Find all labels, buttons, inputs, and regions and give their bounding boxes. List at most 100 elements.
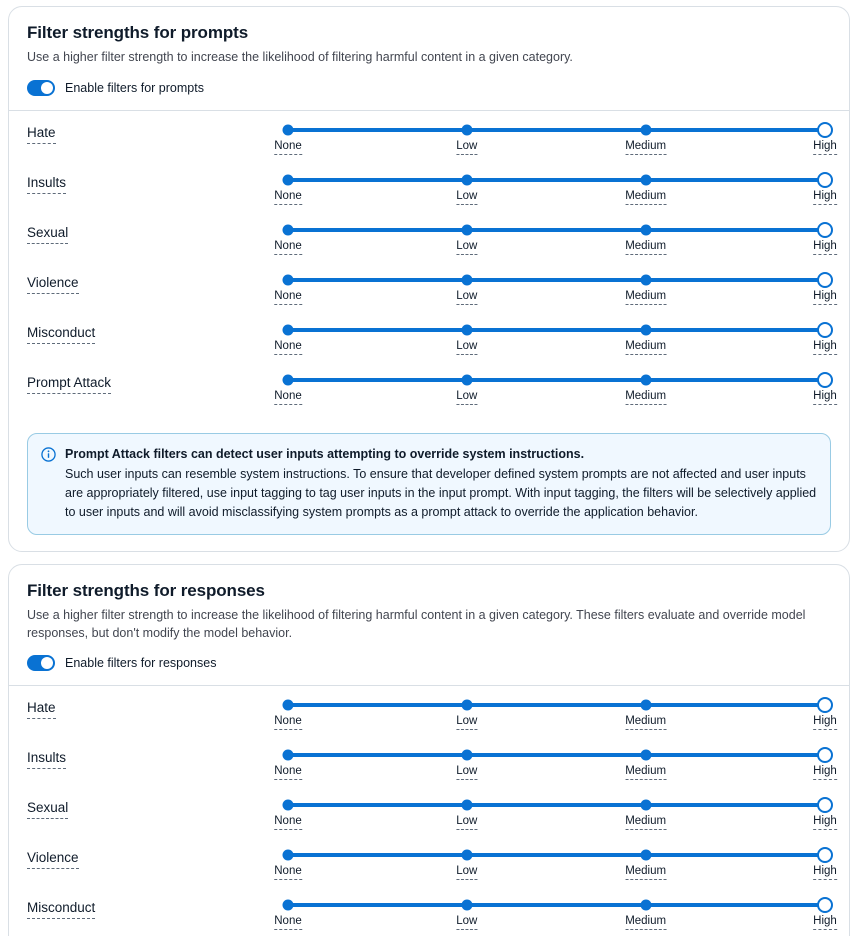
enable-filters-prompts-row[interactable]: Enable filters for prompts	[9, 67, 849, 110]
slider-label-none[interactable]: None	[274, 190, 302, 205]
slider-tick-none[interactable]	[282, 274, 294, 286]
slider-label-high[interactable]: High	[813, 815, 837, 831]
slider-track[interactable]	[282, 271, 833, 288]
slider-label-none[interactable]: None	[274, 765, 302, 781]
slider-tick-none[interactable]	[282, 699, 294, 711]
slider-label-low[interactable]: Low	[456, 915, 478, 931]
filter-strength-slider[interactable]: None Low Medium High	[274, 167, 837, 211]
slider-label-none[interactable]: None	[274, 915, 302, 931]
filter-strength-slider[interactable]: None Low Medium High	[274, 217, 837, 261]
slider-tick-none[interactable]	[282, 849, 294, 861]
slider-label-low[interactable]: Low	[456, 190, 478, 205]
slider-tick-none[interactable]	[282, 374, 294, 386]
slider-thumb[interactable]	[817, 847, 833, 864]
slider-tick-none[interactable]	[282, 174, 294, 186]
filter-category-name[interactable]: Hate	[27, 700, 56, 720]
slider-tick-low[interactable]	[461, 749, 473, 761]
slider-track[interactable]	[282, 321, 833, 338]
slider-tick-medium[interactable]	[640, 324, 652, 336]
slider-thumb[interactable]	[817, 221, 833, 238]
slider-tick-low[interactable]	[461, 274, 473, 286]
filter-category-name[interactable]: Sexual	[27, 800, 69, 820]
slider-label-medium[interactable]: Medium	[625, 240, 667, 255]
slider-tick-low[interactable]	[461, 174, 473, 186]
slider-thumb[interactable]	[817, 321, 833, 338]
slider-label-medium[interactable]: Medium	[625, 340, 667, 355]
slider-label-medium[interactable]: Medium	[625, 715, 667, 731]
filter-category-name[interactable]: Hate	[27, 125, 56, 144]
filter-category-name[interactable]: Insults	[27, 750, 67, 770]
slider-label-high[interactable]: High	[813, 915, 837, 931]
slider-tick-medium[interactable]	[640, 274, 652, 286]
filter-strength-slider[interactable]: None Low Medium High	[274, 842, 837, 886]
slider-label-medium[interactable]: Medium	[625, 390, 667, 405]
slider-label-medium[interactable]: Medium	[625, 140, 667, 155]
slider-tick-low[interactable]	[461, 699, 473, 711]
slider-tick-medium[interactable]	[640, 899, 652, 911]
slider-label-none[interactable]: None	[274, 815, 302, 831]
slider-tick-none[interactable]	[282, 124, 294, 136]
slider-tick-low[interactable]	[461, 124, 473, 136]
slider-tick-none[interactable]	[282, 799, 294, 811]
slider-label-none[interactable]: None	[274, 865, 302, 881]
slider-track[interactable]	[282, 371, 833, 388]
slider-label-low[interactable]: Low	[456, 240, 478, 255]
slider-label-low[interactable]: Low	[456, 865, 478, 881]
slider-label-high[interactable]: High	[813, 340, 837, 355]
filter-category-name[interactable]: Sexual	[27, 225, 69, 244]
slider-label-medium[interactable]: Medium	[625, 815, 667, 831]
slider-tick-medium[interactable]	[640, 699, 652, 711]
slider-thumb[interactable]	[817, 271, 833, 288]
slider-label-low[interactable]: Low	[456, 290, 478, 305]
slider-tick-medium[interactable]	[640, 224, 652, 236]
slider-tick-low[interactable]	[461, 799, 473, 811]
slider-track[interactable]	[282, 697, 833, 714]
slider-tick-low[interactable]	[461, 324, 473, 336]
filter-strength-slider[interactable]: None Low Medium High	[274, 317, 837, 361]
slider-label-none[interactable]: None	[274, 390, 302, 405]
slider-label-none[interactable]: None	[274, 240, 302, 255]
slider-tick-low[interactable]	[461, 374, 473, 386]
slider-label-high[interactable]: High	[813, 865, 837, 881]
slider-track[interactable]	[282, 171, 833, 188]
slider-tick-medium[interactable]	[640, 849, 652, 861]
filter-category-name[interactable]: Misconduct	[27, 900, 96, 920]
filter-category-name[interactable]: Violence	[27, 850, 79, 870]
filter-strength-slider[interactable]: None Low Medium High	[274, 892, 837, 936]
filter-strength-slider[interactable]: None Low Medium High	[274, 367, 837, 411]
slider-thumb[interactable]	[817, 121, 833, 138]
slider-track[interactable]	[282, 897, 833, 914]
slider-thumb[interactable]	[817, 897, 833, 914]
filter-strength-slider[interactable]: None Low Medium High	[274, 692, 837, 736]
filter-category-name[interactable]: Violence	[27, 275, 79, 294]
filter-category-name[interactable]: Prompt Attack	[27, 375, 112, 394]
slider-label-none[interactable]: None	[274, 140, 302, 155]
slider-tick-none[interactable]	[282, 749, 294, 761]
slider-label-low[interactable]: Low	[456, 715, 478, 731]
slider-label-high[interactable]: High	[813, 765, 837, 781]
slider-tick-low[interactable]	[461, 849, 473, 861]
slider-label-high[interactable]: High	[813, 190, 837, 205]
slider-label-medium[interactable]: Medium	[625, 865, 667, 881]
slider-thumb[interactable]	[817, 747, 833, 764]
slider-track[interactable]	[282, 747, 833, 764]
slider-label-none[interactable]: None	[274, 290, 302, 305]
slider-track[interactable]	[282, 797, 833, 814]
slider-label-medium[interactable]: Medium	[625, 765, 667, 781]
slider-label-high[interactable]: High	[813, 140, 837, 155]
slider-track[interactable]	[282, 847, 833, 864]
slider-thumb[interactable]	[817, 697, 833, 714]
filter-strength-slider[interactable]: None Low Medium High	[274, 792, 837, 836]
enable-filters-responses-toggle[interactable]	[27, 655, 55, 672]
slider-label-medium[interactable]: Medium	[625, 915, 667, 931]
slider-tick-medium[interactable]	[640, 174, 652, 186]
filter-category-name[interactable]: Insults	[27, 175, 67, 194]
slider-tick-low[interactable]	[461, 224, 473, 236]
slider-label-high[interactable]: High	[813, 240, 837, 255]
enable-filters-prompts-toggle[interactable]	[27, 79, 55, 96]
slider-label-low[interactable]: Low	[456, 390, 478, 405]
slider-tick-medium[interactable]	[640, 124, 652, 136]
slider-track[interactable]	[282, 221, 833, 238]
slider-tick-none[interactable]	[282, 324, 294, 336]
slider-track[interactable]	[282, 121, 833, 138]
